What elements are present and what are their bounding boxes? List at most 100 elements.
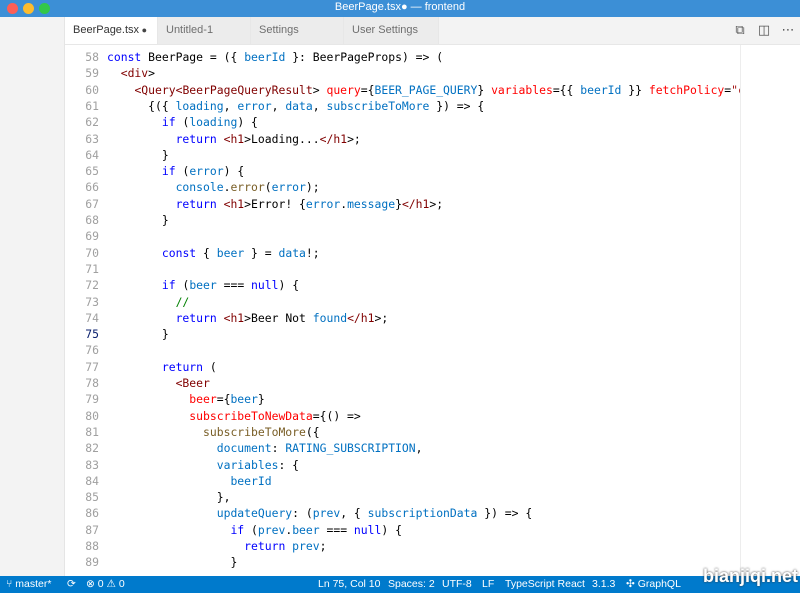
status-bar: ⑂ master* ⟳ ⊗ 0 ⚠ 0 Ln 75, Col 10 Spaces… — [0, 576, 800, 593]
line-number: 63 — [85, 131, 99, 146]
code-text: return prev; — [244, 539, 327, 553]
line-number: 88 — [85, 539, 99, 553]
code-text: } — [107, 555, 238, 570]
line-number: 71 — [85, 261, 99, 276]
code-text: } — [107, 327, 169, 342]
sidebar-panel — [0, 17, 65, 576]
code-text: document: RATING_SUBSCRIPTION, — [216, 441, 423, 456]
eol[interactable]: LF — [482, 576, 494, 593]
line-number: 83 — [85, 457, 99, 472]
code-text: return <h1>Beer Not found</h1>; — [175, 310, 389, 325]
code-text: console.error(error); — [175, 180, 320, 195]
code-text: updateQuery: (prev, { subscriptionData }… — [216, 506, 533, 521]
language-mode[interactable]: TypeScript React — [505, 576, 585, 593]
window-title: BeerPage.tsx● — frontend — [334, 1, 466, 13]
more-icon[interactable]: ⋯ — [776, 17, 800, 44]
watermark: bianjiqi.net — [702, 566, 798, 586]
ts-version[interactable]: 3.1.3 — [592, 576, 615, 593]
code-text: }, — [107, 490, 231, 505]
line-number: 70 — [85, 245, 99, 260]
code-text: variables: { — [216, 457, 300, 472]
line-number: 76 — [85, 343, 99, 358]
tab-label: User Settings — [352, 24, 419, 36]
line-number: 74 — [85, 310, 99, 325]
split-editor-icon[interactable]: ◫ — [752, 17, 776, 44]
code-text: if (beer === null) { — [161, 278, 300, 293]
line-number: 62 — [85, 115, 99, 130]
graphql-label: GraphQL — [637, 578, 681, 590]
error-icon: ⊗ — [86, 578, 95, 590]
line-number: 58 — [85, 50, 99, 64]
code-text: <Query<BeerPageQueryResult> query={BEER_… — [134, 82, 740, 97]
code-text: <Beer — [175, 376, 210, 390]
code-text: if (prev.beer === null) { — [230, 522, 402, 537]
graphql-item[interactable]: ✣ GraphQL — [626, 576, 681, 593]
code-text: subscribeToNewData={() => — [189, 408, 361, 423]
line-number: 80 — [85, 408, 99, 423]
tab-untitled[interactable]: Untitled-1 — [158, 17, 251, 44]
warning-count: 0 — [118, 578, 125, 590]
line-number: 77 — [85, 359, 99, 374]
line-number: 59 — [85, 66, 99, 81]
tab-label: Untitled-1 — [166, 24, 214, 36]
code-text: return ( — [161, 359, 217, 374]
line-number: 78 — [85, 376, 99, 390]
problems-item[interactable]: ⊗ 0 ⚠ 0 — [86, 576, 125, 593]
line-number: 75 — [85, 327, 99, 342]
code-editor[interactable]: 58 const BeerPage = ({ beerId }: BeerPage… — [65, 45, 740, 576]
code-text: } — [107, 147, 169, 162]
code-text: if (error) { — [161, 164, 245, 179]
sync-icon[interactable]: ⟳ — [67, 576, 76, 593]
title-bar: BeerPage.tsx● — frontend — [0, 0, 800, 17]
code-text: return <h1>Loading...</h1>; — [175, 131, 361, 146]
line-number: 82 — [85, 441, 99, 456]
line-number: 73 — [85, 294, 99, 309]
compare-icon[interactable]: ⧉ — [728, 17, 752, 44]
tab-actions: ⧉ ◫ ⋯ — [728, 17, 800, 44]
branch-label: master* — [15, 578, 52, 590]
tab-beerpage[interactable]: BeerPage.tsx ● — [65, 17, 158, 44]
graphql-icon: ✣ — [626, 578, 635, 590]
line-number: 87 — [85, 522, 99, 537]
line-number: 65 — [85, 164, 99, 179]
code-text: const BeerPage = ({ beerId }: BeerPagePr… — [107, 50, 444, 64]
warning-icon: ⚠ — [106, 578, 116, 590]
line-number: 85 — [85, 490, 99, 505]
code-text: beer={beer} — [189, 392, 265, 407]
error-count: 0 — [97, 578, 104, 590]
minimap[interactable] — [740, 45, 800, 576]
code-text: const { beer } = data!; — [161, 245, 320, 260]
line-number: 79 — [85, 392, 99, 407]
encoding[interactable]: UTF-8 — [442, 576, 472, 593]
code-text: if (loading) { — [161, 115, 258, 130]
branch-icon: ⑂ — [6, 578, 13, 590]
tab-settings[interactable]: Settings — [251, 17, 344, 44]
code-text: // — [175, 294, 190, 309]
tab-user-settings[interactable]: User Settings — [344, 17, 439, 44]
line-number: 72 — [85, 278, 99, 293]
code-text: subscribeToMore({ — [203, 424, 320, 439]
code-text: beerId — [230, 473, 272, 488]
line-number: 68 — [85, 213, 99, 227]
line-number: 66 — [85, 180, 99, 195]
line-number: 67 — [85, 196, 99, 211]
line-number: 89 — [85, 555, 99, 570]
branch-item[interactable]: ⑂ master* — [6, 576, 51, 593]
line-number: 61 — [85, 98, 99, 113]
cursor-position[interactable]: Ln 75, Col 10 — [318, 576, 380, 593]
line-number: 84 — [85, 473, 99, 488]
code-text: return <h1>Error! {error.message}</h1>; — [175, 196, 444, 211]
unsaved-dot-icon[interactable]: ● — [142, 17, 147, 44]
tab-label: Settings — [259, 24, 299, 36]
line-number: 81 — [85, 424, 99, 439]
editor-tabs: BeerPage.tsx ● Untitled-1 Settings User … — [65, 17, 800, 45]
code-text: {({ loading, error, data, subscribeToMor… — [107, 98, 485, 113]
line-number: 69 — [85, 229, 99, 244]
code-text: <div> — [120, 66, 156, 81]
line-number: 60 — [85, 82, 99, 97]
line-number: 86 — [85, 506, 99, 521]
code-text: } — [107, 213, 169, 227]
indentation[interactable]: Spaces: 2 — [388, 576, 435, 593]
tab-label: BeerPage.tsx — [73, 24, 140, 36]
line-number: 64 — [85, 147, 99, 162]
